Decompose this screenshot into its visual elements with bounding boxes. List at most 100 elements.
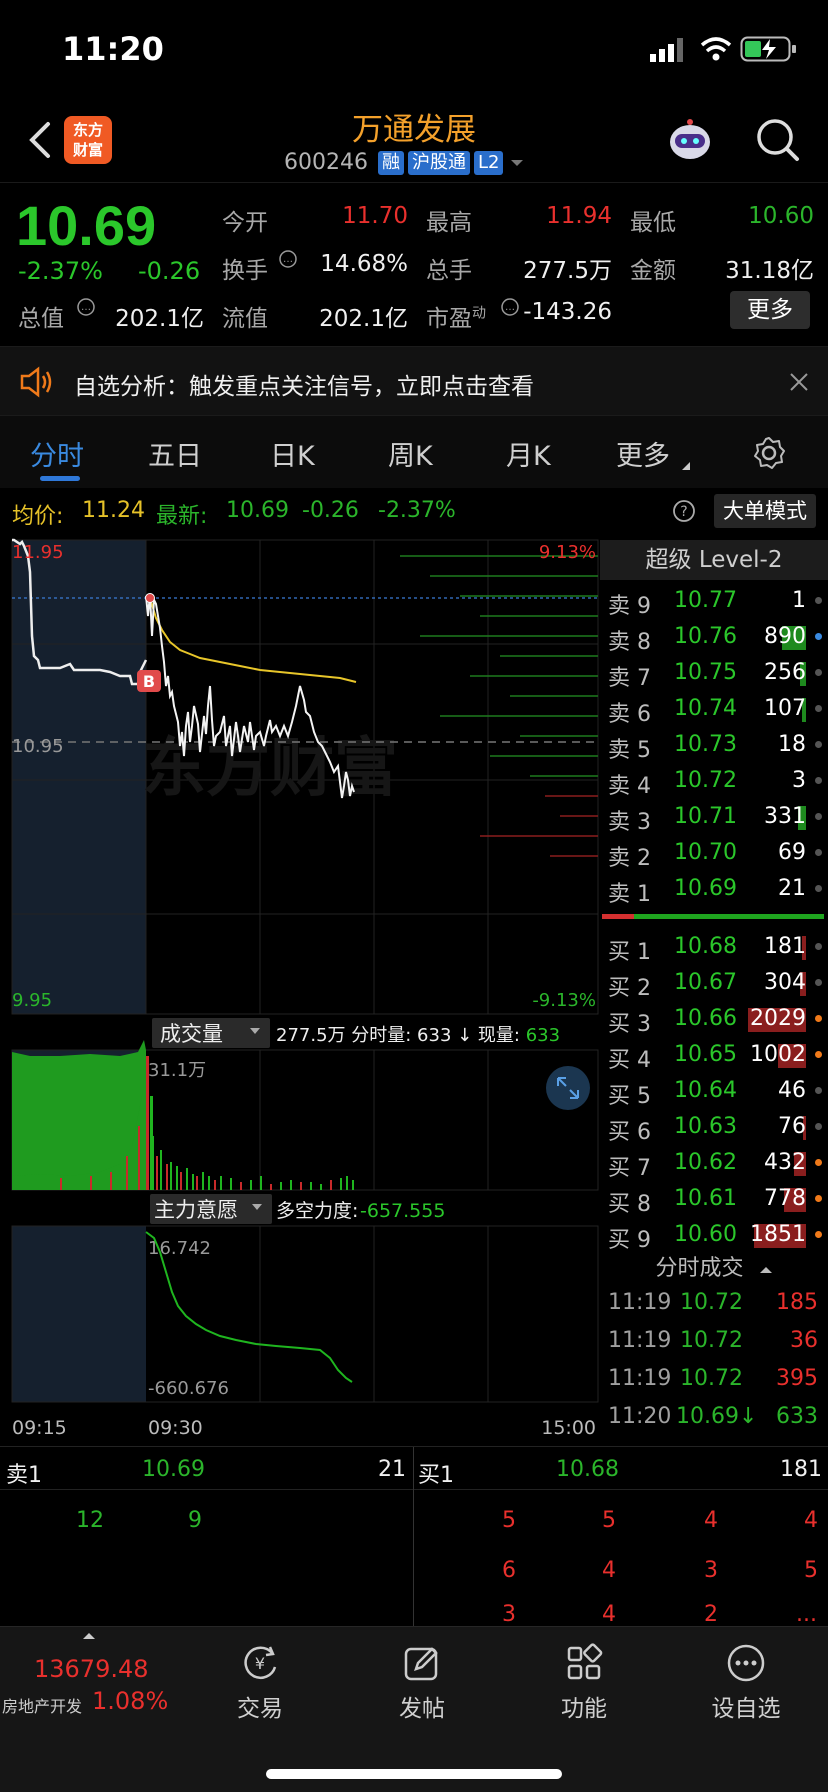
ask-volume: 1 (792, 588, 806, 613)
bottom-pct-label: -9.13% (532, 990, 596, 1011)
order-book[interactable]: 超级 Level-2 卖 9 10.77 1 卖 8 10.76 890 卖 7 10.7… (600, 540, 828, 1253)
signal-icon (650, 38, 683, 62)
level-divider (413, 1447, 414, 1491)
stock-code: 600246 (284, 150, 368, 175)
help-icon[interactable]: ? (672, 499, 696, 523)
bid-ask-ratio-bar (602, 914, 824, 919)
ask-row: 卖 3 10.71 331 (600, 798, 828, 835)
amount-value: 31.18亿 (725, 258, 814, 284)
mid-price-label: 10.95 (12, 736, 64, 757)
bid-row: 买 3 10.66 2029 (600, 1000, 828, 1037)
stock-code-row[interactable]: 600246 融 沪股通 L2 (284, 150, 527, 175)
tab-intraday[interactable]: 分时 (30, 434, 84, 473)
buy1-price: 10.68 (556, 1457, 619, 1482)
nav-trade[interactable]: ¥ 交易 (200, 1643, 320, 1723)
bid-dot (815, 979, 822, 986)
gear-icon[interactable] (752, 436, 786, 470)
bid-price: 10.60 (674, 1222, 737, 1247)
more-quote-button[interactable]: 更多 (730, 291, 810, 329)
trade-row: 11:19 10.72 395 (600, 1364, 828, 1400)
big-order-mode-button[interactable]: 大单模式 (714, 494, 816, 528)
turnover-label: 换手 (222, 258, 268, 284)
buy-queue-item: 2 (704, 1602, 718, 1627)
level1-bar: 卖1 10.69 21 买1 10.68 181 (0, 1446, 828, 1491)
ask-dot (815, 705, 822, 712)
info-icon[interactable]: … (76, 297, 96, 317)
tab-weekly-k[interactable]: 周K (388, 434, 433, 473)
high-label: 最高 (426, 210, 472, 236)
nav-functions[interactable]: 功能 (524, 1643, 644, 1723)
expand-chart-button[interactable] (546, 1066, 590, 1110)
bid-label: 买 7 (608, 1156, 651, 1181)
tab-five-day[interactable]: 五日 (148, 434, 202, 473)
open-value: 11.70 (342, 203, 408, 229)
bid-price: 10.62 (674, 1150, 737, 1175)
info-icon[interactable]: … (500, 297, 520, 317)
battery-icon (740, 36, 796, 62)
bid-price: 10.61 (674, 1186, 737, 1211)
time-and-sales[interactable]: 分时成交 11:19 10.72 185 11:19 10.72 36 11:19 10.… (600, 1250, 828, 1444)
ask-row: 卖 8 10.76 890 (600, 618, 828, 655)
sell-queue-item: 12 (76, 1508, 104, 1533)
ask-dot (815, 669, 822, 676)
ask-volume: 18 (778, 732, 806, 757)
bid-volume: 778 (764, 1186, 806, 1211)
ask-dot (815, 849, 822, 856)
svg-text:…: … (81, 302, 91, 313)
buy-queue-item: 5 (502, 1508, 516, 1533)
tab-daily-k[interactable]: 日K (270, 434, 315, 473)
ask-label: 卖 6 (608, 702, 651, 727)
bid-label: 买 8 (608, 1192, 651, 1217)
bid-dot (815, 1051, 822, 1058)
speaker-icon (20, 366, 52, 398)
trade-price: 10.72 (680, 1290, 743, 1315)
trade-volume: 36 (790, 1328, 818, 1353)
sell-queue-item: 9 (188, 1508, 202, 1533)
notice-banner[interactable]: 自选分析：触发重点关注信号，立即点击查看 (0, 346, 828, 416)
intraday-chart[interactable]: 东方财富 B 11.95 10.95 9.95 9.13% -9.13% 成交量… (0, 536, 600, 1446)
pe-label-text: 市盈 (426, 306, 472, 332)
buy-queue-item: ... (796, 1602, 817, 1627)
close-icon[interactable] (788, 371, 810, 393)
latest-change: -0.26 (302, 498, 359, 523)
level2-tag: L2 (473, 150, 504, 175)
index-widget[interactable]: 13679.48 房地产开发 1.08% (0, 1627, 180, 1737)
volume-profile (400, 555, 598, 857)
ask-label: 卖 7 (608, 666, 651, 691)
caret-up-icon (759, 1267, 772, 1273)
tab-monthly-k[interactable]: 月K (506, 434, 551, 473)
bottom-price-label: 9.95 (12, 990, 52, 1011)
search-icon[interactable] (754, 116, 800, 162)
info-icon[interactable]: … (278, 249, 298, 269)
nav-add-watchlist[interactable]: 设自选 (686, 1643, 806, 1723)
buy-marker-label: B (143, 672, 155, 691)
bid-dot (815, 1123, 822, 1130)
trade-icon: ¥ (244, 1646, 277, 1680)
volume-value: 277.5万 (523, 258, 612, 284)
bid-label: 买 5 (608, 1084, 651, 1109)
pe-label: 市盈动 (426, 299, 486, 333)
orderbook-title: 超级 Level-2 (600, 540, 828, 580)
robot-assistant-icon[interactable] (666, 116, 714, 164)
buy1-label: 买1 (418, 1463, 454, 1488)
trade-price: 10.69↓ (676, 1404, 758, 1429)
buy-queue-item: 4 (704, 1508, 718, 1533)
ask-label: 卖 9 (608, 594, 651, 619)
bottom-nav: 13679.48 房地产开发 1.08% ¥ 交易 发帖 功能 设自选 (0, 1626, 828, 1792)
volume-indicator-label: 成交量 (160, 1022, 223, 1046)
bid-price: 10.68 (674, 934, 737, 959)
tab-more[interactable]: 更多 (616, 434, 670, 473)
ask-price: 10.75 (674, 660, 737, 685)
change-percent: -2.37% (18, 257, 103, 285)
ask-row: 卖 5 10.73 18 (600, 726, 828, 763)
trades-header[interactable]: 分时成交 (600, 1250, 828, 1281)
nav-post[interactable]: 发帖 (362, 1643, 482, 1723)
bid-volume: 76 (778, 1114, 806, 1139)
nav-add-watchlist-label: 设自选 (711, 1696, 781, 1722)
ask-dot (815, 885, 822, 892)
high-value: 11.94 (546, 203, 612, 229)
dropdown-icon (511, 159, 524, 166)
bid-volume: 2029 (750, 1006, 806, 1031)
bid-row: 买 6 10.63 76 (600, 1108, 828, 1145)
ask-row: 卖 6 10.74 107 (600, 690, 828, 727)
